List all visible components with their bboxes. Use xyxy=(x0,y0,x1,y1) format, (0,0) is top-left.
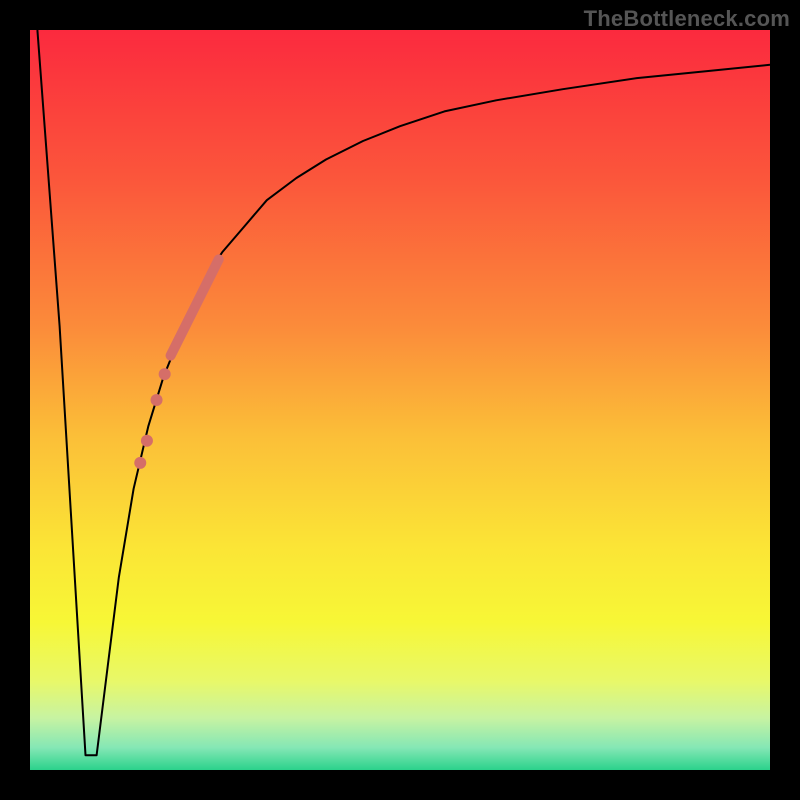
highlight-dot xyxy=(141,435,153,447)
highlight-dot xyxy=(159,368,171,380)
gradient-bg xyxy=(30,30,770,770)
highlight-dot xyxy=(134,457,146,469)
chart-frame: TheBottleneck.com xyxy=(0,0,800,800)
watermark: TheBottleneck.com xyxy=(584,6,790,32)
chart-svg xyxy=(30,30,770,770)
highlight-dot xyxy=(151,394,163,406)
plot-area xyxy=(30,30,770,770)
